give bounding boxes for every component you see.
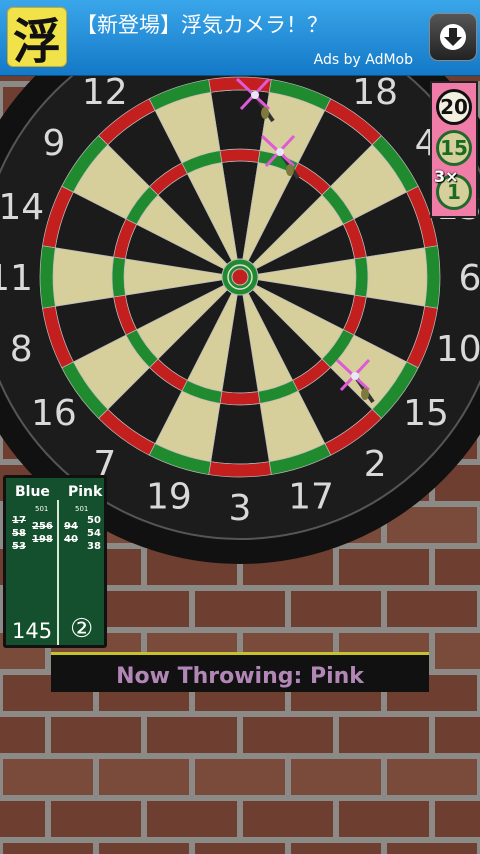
download-icon[interactable] [429,13,477,61]
score-entry: 50 [87,515,101,526]
triple-3[interactable] [219,391,261,406]
board-number: 3 [229,488,252,529]
double-11[interactable] [39,245,56,309]
board-number: 17 [288,477,334,518]
player-name-blue: Blue [15,484,50,500]
scoreboard: Blue Pink 501 501 17 58 53 256 198 94 40… [3,475,107,648]
score-entry: 38 [87,541,101,552]
ad-banner[interactable]: 浮 【新登場】浮気カメラ！？ Ads by AdMob [0,0,480,76]
remaining-darts-pink: ② [70,614,94,644]
score-entry: 94 [64,521,78,532]
board-number: 9 [42,123,65,164]
bullseye [231,268,249,286]
download-arrow-icon [440,24,466,50]
score-entry: 256 [32,521,53,532]
throw-1: 20 [436,89,472,125]
board-number: 8 [10,329,33,370]
board-number: 12 [82,72,128,113]
score-entry: 17 [12,515,26,526]
triple-20[interactable] [219,148,261,163]
scoreboard-divider [57,500,59,645]
board-number: 10 [436,329,480,370]
ad-attribution: Ads by AdMob [313,52,413,68]
single-outer-3[interactable] [210,403,270,465]
double-3[interactable] [208,461,272,478]
board-number: 16 [31,393,77,434]
ad-app-icon[interactable]: 浮 [7,7,67,70]
round-throws-panel: 20 15 1 3× [430,81,478,218]
status-bar: Now Throwing: Pink [51,652,429,692]
ad-title[interactable]: 【新登場】浮気カメラ！？ [76,9,328,39]
board-number: 11 [0,258,33,299]
now-throwing-label: Now Throwing: Pink [116,664,364,689]
triple-6[interactable] [354,256,369,298]
board-number: 6 [459,258,480,299]
board-number: 18 [352,72,398,113]
score-entry: 53 [12,541,26,552]
multiplier-badge: 3× [434,167,459,186]
single-outer-6[interactable] [366,247,428,307]
dartboard[interactable]: 2011841361015217319716811149125 [0,0,480,854]
single-outer-11[interactable] [52,247,114,307]
double-6[interactable] [424,245,441,309]
game-type-blue: 501 [35,505,49,513]
board-number: 2 [364,444,387,485]
board-number: 15 [403,393,449,434]
triple-11[interactable] [111,256,126,298]
score-entry: 40 [64,534,78,545]
throw-2: 15 [436,130,472,166]
score-entry: 54 [87,528,101,539]
score-entry: 198 [32,534,53,545]
player-name-pink: Pink [68,484,103,500]
remaining-score-blue: 145 [12,619,53,643]
score-entry: 58 [12,528,26,539]
board-number: 19 [146,477,192,518]
board-number: 14 [0,187,44,228]
game-type-pink: 501 [75,505,89,513]
